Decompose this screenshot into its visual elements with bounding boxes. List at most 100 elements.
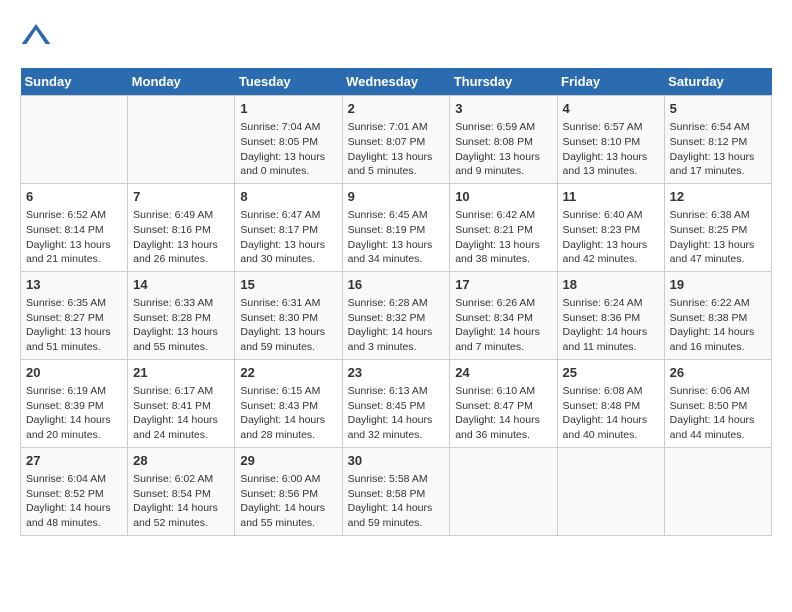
calendar-cell: 27 Sunrise: 6:04 AMSunset: 8:52 PMDayligh… xyxy=(21,447,128,535)
day-number: 4 xyxy=(563,100,659,118)
day-info: Sunrise: 6:26 AMSunset: 8:34 PMDaylight:… xyxy=(455,296,551,355)
calendar-cell: 5 Sunrise: 6:54 AMSunset: 8:12 PMDaylight… xyxy=(664,96,771,184)
day-info: Sunrise: 7:04 AMSunset: 8:05 PMDaylight:… xyxy=(240,120,336,179)
day-info: Sunrise: 6:19 AMSunset: 8:39 PMDaylight:… xyxy=(26,384,122,443)
day-info: Sunrise: 6:31 AMSunset: 8:30 PMDaylight:… xyxy=(240,296,336,355)
day-info: Sunrise: 6:15 AMSunset: 8:43 PMDaylight:… xyxy=(240,384,336,443)
day-info: Sunrise: 6:40 AMSunset: 8:23 PMDaylight:… xyxy=(563,208,659,267)
day-info: Sunrise: 6:06 AMSunset: 8:50 PMDaylight:… xyxy=(670,384,766,443)
calendar-cell xyxy=(557,447,664,535)
calendar-cell: 30 Sunrise: 5:58 AMSunset: 8:58 PMDayligh… xyxy=(342,447,450,535)
day-info: Sunrise: 6:13 AMSunset: 8:45 PMDaylight:… xyxy=(348,384,445,443)
calendar-cell: 24 Sunrise: 6:10 AMSunset: 8:47 PMDayligh… xyxy=(450,359,557,447)
header-sunday: Sunday xyxy=(21,68,128,96)
day-number: 20 xyxy=(26,364,122,382)
day-number: 23 xyxy=(348,364,445,382)
calendar-cell: 29 Sunrise: 6:00 AMSunset: 8:56 PMDayligh… xyxy=(235,447,342,535)
calendar-cell: 6 Sunrise: 6:52 AMSunset: 8:14 PMDaylight… xyxy=(21,183,128,271)
header-tuesday: Tuesday xyxy=(235,68,342,96)
day-number: 2 xyxy=(348,100,445,118)
day-info: Sunrise: 7:01 AMSunset: 8:07 PMDaylight:… xyxy=(348,120,445,179)
day-number: 25 xyxy=(563,364,659,382)
day-info: Sunrise: 6:52 AMSunset: 8:14 PMDaylight:… xyxy=(26,208,122,267)
day-info: Sunrise: 6:17 AMSunset: 8:41 PMDaylight:… xyxy=(133,384,229,443)
day-info: Sunrise: 5:58 AMSunset: 8:58 PMDaylight:… xyxy=(348,472,445,531)
day-number: 18 xyxy=(563,276,659,294)
day-number: 5 xyxy=(670,100,766,118)
day-info: Sunrise: 6:47 AMSunset: 8:17 PMDaylight:… xyxy=(240,208,336,267)
calendar-week-2: 6 Sunrise: 6:52 AMSunset: 8:14 PMDaylight… xyxy=(21,183,772,271)
calendar-cell: 8 Sunrise: 6:47 AMSunset: 8:17 PMDaylight… xyxy=(235,183,342,271)
day-number: 28 xyxy=(133,452,229,470)
logo xyxy=(20,20,56,52)
calendar-week-4: 20 Sunrise: 6:19 AMSunset: 8:39 PMDayligh… xyxy=(21,359,772,447)
calendar-table: SundayMondayTuesdayWednesdayThursdayFrid… xyxy=(20,68,772,536)
calendar-cell: 26Sunrise: 6:06 AMSunset: 8:50 PMDayligh… xyxy=(664,359,771,447)
day-number: 24 xyxy=(455,364,551,382)
page-header xyxy=(20,20,772,52)
day-info: Sunrise: 6:04 AMSunset: 8:52 PMDaylight:… xyxy=(26,472,122,531)
logo-icon xyxy=(20,20,52,52)
calendar-header-row: SundayMondayTuesdayWednesdayThursdayFrid… xyxy=(21,68,772,96)
calendar-cell xyxy=(21,96,128,184)
calendar-cell: 10Sunrise: 6:42 AMSunset: 8:21 PMDayligh… xyxy=(450,183,557,271)
day-number: 29 xyxy=(240,452,336,470)
day-info: Sunrise: 6:02 AMSunset: 8:54 PMDaylight:… xyxy=(133,472,229,531)
day-info: Sunrise: 6:35 AMSunset: 8:27 PMDaylight:… xyxy=(26,296,122,355)
day-number: 27 xyxy=(26,452,122,470)
calendar-week-5: 27 Sunrise: 6:04 AMSunset: 8:52 PMDayligh… xyxy=(21,447,772,535)
header-saturday: Saturday xyxy=(664,68,771,96)
day-number: 15 xyxy=(240,276,336,294)
header-thursday: Thursday xyxy=(450,68,557,96)
calendar-cell: 28 Sunrise: 6:02 AMSunset: 8:54 PMDayligh… xyxy=(128,447,235,535)
calendar-cell: 2 Sunrise: 7:01 AMSunset: 8:07 PMDaylight… xyxy=(342,96,450,184)
day-info: Sunrise: 6:59 AMSunset: 8:08 PMDaylight:… xyxy=(455,120,551,179)
day-info: Sunrise: 6:22 AMSunset: 8:38 PMDaylight:… xyxy=(670,296,766,355)
calendar-cell: 3 Sunrise: 6:59 AMSunset: 8:08 PMDaylight… xyxy=(450,96,557,184)
day-number: 9 xyxy=(348,188,445,206)
header-friday: Friday xyxy=(557,68,664,96)
day-info: Sunrise: 6:24 AMSunset: 8:36 PMDaylight:… xyxy=(563,296,659,355)
calendar-cell: 22Sunrise: 6:15 AMSunset: 8:43 PMDayligh… xyxy=(235,359,342,447)
day-info: Sunrise: 6:38 AMSunset: 8:25 PMDaylight:… xyxy=(670,208,766,267)
calendar-cell: 4Sunrise: 6:57 AMSunset: 8:10 PMDaylight… xyxy=(557,96,664,184)
day-number: 8 xyxy=(240,188,336,206)
day-info: Sunrise: 6:33 AMSunset: 8:28 PMDaylight:… xyxy=(133,296,229,355)
day-number: 3 xyxy=(455,100,551,118)
day-info: Sunrise: 6:08 AMSunset: 8:48 PMDaylight:… xyxy=(563,384,659,443)
calendar-cell: 19 Sunrise: 6:22 AMSunset: 8:38 PMDayligh… xyxy=(664,271,771,359)
calendar-cell: 14Sunrise: 6:33 AMSunset: 8:28 PMDayligh… xyxy=(128,271,235,359)
calendar-cell: 16 Sunrise: 6:28 AMSunset: 8:32 PMDayligh… xyxy=(342,271,450,359)
calendar-cell xyxy=(664,447,771,535)
header-wednesday: Wednesday xyxy=(342,68,450,96)
day-number: 19 xyxy=(670,276,766,294)
calendar-cell: 12 Sunrise: 6:38 AMSunset: 8:25 PMDayligh… xyxy=(664,183,771,271)
day-info: Sunrise: 6:28 AMSunset: 8:32 PMDaylight:… xyxy=(348,296,445,355)
day-info: Sunrise: 6:10 AMSunset: 8:47 PMDaylight:… xyxy=(455,384,551,443)
calendar-cell: 13Sunrise: 6:35 AMSunset: 8:27 PMDayligh… xyxy=(21,271,128,359)
day-info: Sunrise: 6:49 AMSunset: 8:16 PMDaylight:… xyxy=(133,208,229,267)
calendar-cell: 17 Sunrise: 6:26 AMSunset: 8:34 PMDayligh… xyxy=(450,271,557,359)
day-number: 17 xyxy=(455,276,551,294)
calendar-cell: 20 Sunrise: 6:19 AMSunset: 8:39 PMDayligh… xyxy=(21,359,128,447)
calendar-cell: 15 Sunrise: 6:31 AMSunset: 8:30 PMDayligh… xyxy=(235,271,342,359)
calendar-cell: 25 Sunrise: 6:08 AMSunset: 8:48 PMDayligh… xyxy=(557,359,664,447)
calendar-cell: 11 Sunrise: 6:40 AMSunset: 8:23 PMDayligh… xyxy=(557,183,664,271)
calendar-week-1: 1Sunrise: 7:04 AMSunset: 8:05 PMDaylight… xyxy=(21,96,772,184)
header-monday: Monday xyxy=(128,68,235,96)
day-number: 11 xyxy=(563,188,659,206)
day-info: Sunrise: 6:42 AMSunset: 8:21 PMDaylight:… xyxy=(455,208,551,267)
day-number: 16 xyxy=(348,276,445,294)
day-number: 7 xyxy=(133,188,229,206)
day-number: 6 xyxy=(26,188,122,206)
day-info: Sunrise: 6:00 AMSunset: 8:56 PMDaylight:… xyxy=(240,472,336,531)
day-number: 30 xyxy=(348,452,445,470)
calendar-week-3: 13Sunrise: 6:35 AMSunset: 8:27 PMDayligh… xyxy=(21,271,772,359)
calendar-cell: 18 Sunrise: 6:24 AMSunset: 8:36 PMDayligh… xyxy=(557,271,664,359)
calendar-cell: 21Sunrise: 6:17 AMSunset: 8:41 PMDayligh… xyxy=(128,359,235,447)
calendar-cell xyxy=(450,447,557,535)
day-info: Sunrise: 6:54 AMSunset: 8:12 PMDaylight:… xyxy=(670,120,766,179)
calendar-cell xyxy=(128,96,235,184)
day-number: 12 xyxy=(670,188,766,206)
calendar-cell: 9Sunrise: 6:45 AMSunset: 8:19 PMDaylight… xyxy=(342,183,450,271)
